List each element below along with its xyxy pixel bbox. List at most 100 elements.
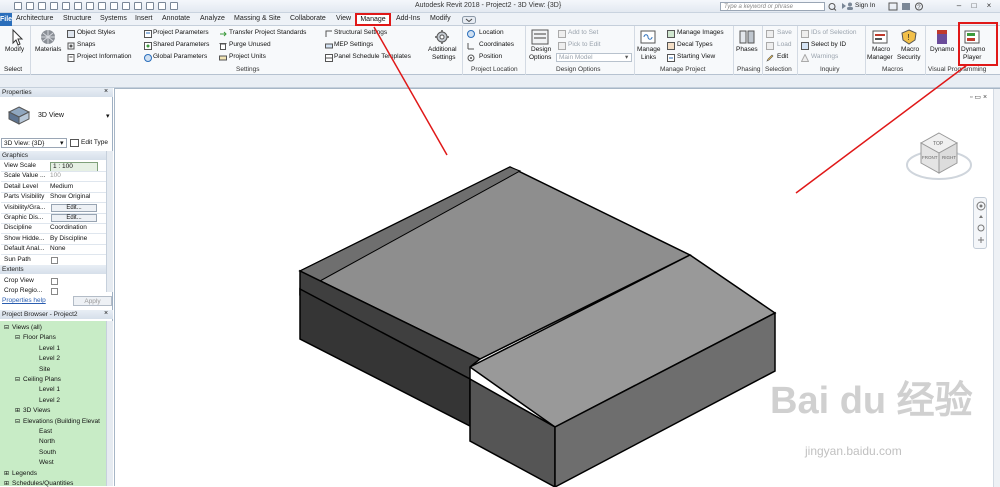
browser-tree-item[interactable]: Views (all) bbox=[12, 324, 42, 331]
dimension-icon[interactable] bbox=[86, 2, 94, 10]
browser-tree-item[interactable]: North bbox=[39, 438, 55, 445]
property-edit-button[interactable]: Edit... bbox=[51, 214, 97, 222]
browser-tree-item[interactable]: Ceiling Plans bbox=[23, 376, 61, 383]
minimize-button[interactable]: – bbox=[952, 1, 966, 11]
browser-tree-item[interactable]: Floor Plans bbox=[23, 334, 56, 341]
browser-tree-item[interactable]: Level 2 bbox=[39, 355, 60, 362]
navigation-bar[interactable] bbox=[973, 197, 987, 249]
browser-tree-item[interactable]: South bbox=[39, 449, 56, 456]
undo-icon[interactable] bbox=[38, 2, 46, 10]
switch-windows-icon[interactable] bbox=[170, 2, 178, 10]
macro-security-button[interactable]: Macro bbox=[901, 46, 919, 53]
3d-viewport[interactable]: TOP FRONT RIGHT ▫ ▭ × Bai du 经验 jingyan.… bbox=[114, 26, 1000, 487]
tab-manage[interactable]: Manage bbox=[355, 13, 391, 26]
project-units-button[interactable]: Project Units bbox=[229, 53, 266, 60]
navigation-wheel-icon[interactable] bbox=[974, 198, 988, 250]
coordinates-button[interactable]: Coordinates bbox=[479, 41, 514, 48]
text-icon[interactable] bbox=[110, 2, 118, 10]
object-styles-button[interactable]: Object Styles bbox=[77, 29, 115, 36]
open-icon[interactable] bbox=[14, 2, 22, 10]
pick-to-edit-button[interactable]: Pick to Edit bbox=[568, 41, 601, 48]
crop-view-checkbox[interactable] bbox=[51, 278, 58, 285]
add-to-set-button[interactable]: Add to Set bbox=[568, 29, 598, 36]
save-selection-button[interactable]: Save bbox=[777, 29, 792, 36]
browser-tree-item[interactable]: Elevations (Building Elevat bbox=[23, 418, 100, 425]
type-dropdown-icon[interactable]: ▾ bbox=[106, 112, 110, 120]
tree-expander-icon[interactable]: ⊟ bbox=[15, 376, 20, 383]
select-by-id-button[interactable]: Select by ID bbox=[811, 41, 846, 48]
tab-insert[interactable]: Insert bbox=[135, 15, 153, 22]
tab-file[interactable]: File bbox=[0, 13, 12, 26]
maximize-button[interactable]: □ bbox=[967, 1, 981, 11]
purge-unused-button[interactable]: Purge Unused bbox=[229, 41, 271, 48]
project-information-button[interactable]: Project Information bbox=[77, 53, 132, 60]
save-icon[interactable] bbox=[26, 2, 34, 10]
search-input[interactable]: Type a keyword or phrase bbox=[720, 2, 825, 11]
browser-tree-item[interactable]: Level 1 bbox=[39, 345, 60, 352]
3d-model-canvas[interactable] bbox=[115, 89, 1000, 487]
property-edit-button[interactable]: Edit... bbox=[51, 203, 97, 212]
property-checkbox[interactable] bbox=[51, 256, 58, 264]
browser-tree-item[interactable]: Level 1 bbox=[39, 386, 60, 393]
macro-manager-button[interactable]: Macro bbox=[872, 46, 890, 53]
view-selector[interactable]: 3D View: {3D} ▾ bbox=[1, 138, 67, 148]
snaps-button[interactable]: Snaps bbox=[77, 41, 95, 48]
tab-view[interactable]: View bbox=[336, 15, 351, 22]
edit-type-button[interactable]: Edit Type bbox=[81, 139, 108, 146]
project-parameters-button[interactable]: Project Parameters bbox=[153, 29, 209, 36]
dynamo-button[interactable]: Dynamo bbox=[930, 46, 954, 53]
tree-expander-icon[interactable]: ⊞ bbox=[4, 470, 9, 477]
properties-help-link[interactable]: Properties help bbox=[2, 297, 46, 304]
tree-expander-icon[interactable]: ⊟ bbox=[15, 334, 20, 341]
browser-tree-item[interactable]: Legends bbox=[12, 470, 37, 477]
help-icons[interactable]: ? bbox=[888, 2, 936, 11]
crop-region-checkbox[interactable] bbox=[51, 288, 58, 295]
tab-collaborate[interactable]: Collaborate bbox=[290, 15, 326, 22]
design-options-button[interactable]: Design bbox=[531, 46, 551, 53]
browser-tree-item[interactable]: Level 2 bbox=[39, 397, 60, 404]
manage-images-button[interactable]: Manage Images bbox=[677, 29, 724, 36]
panel-toggle-icon[interactable] bbox=[462, 16, 476, 24]
browser-tree-item[interactable]: Site bbox=[39, 366, 50, 373]
browser-tree-item[interactable]: 3D Views bbox=[23, 407, 50, 414]
position-button[interactable]: Position bbox=[479, 53, 502, 60]
modify-button[interactable]: Modify bbox=[5, 46, 24, 53]
graphics-section[interactable]: Graphics bbox=[0, 151, 113, 160]
redo-icon[interactable] bbox=[50, 2, 58, 10]
browser-scrollbar[interactable] bbox=[106, 321, 113, 486]
viewcube[interactable]: TOP FRONT RIGHT bbox=[905, 125, 975, 187]
structural-settings-button[interactable]: Structural Settings bbox=[334, 29, 387, 36]
additional-settings-button[interactable]: Additional bbox=[428, 46, 457, 53]
close-icon[interactable]: × bbox=[104, 310, 108, 317]
tab-structure[interactable]: Structure bbox=[63, 15, 91, 22]
manage-links-button[interactable]: Manage bbox=[637, 46, 661, 53]
mep-settings-button[interactable]: MEP Settings bbox=[334, 41, 373, 48]
tab-systems[interactable]: Systems bbox=[100, 15, 127, 22]
ids-of-selection-button[interactable]: IDs of Selection bbox=[811, 29, 857, 36]
transfer-project-standards-button[interactable]: Transfer Project Standards bbox=[229, 29, 306, 36]
3d-view-icon[interactable] bbox=[122, 2, 130, 10]
tree-expander-icon[interactable]: ⊟ bbox=[4, 324, 9, 331]
materials-button[interactable]: Materials bbox=[35, 46, 61, 53]
panel-schedule-templates-button[interactable]: Panel Schedule Templates bbox=[334, 53, 411, 60]
warnings-button[interactable]: Warnings bbox=[811, 53, 838, 60]
load-selection-button[interactable]: Load bbox=[777, 41, 791, 48]
decal-types-button[interactable]: Decal Types bbox=[677, 41, 713, 48]
tab-architecture[interactable]: Architecture bbox=[16, 15, 53, 22]
apply-button[interactable]: Apply bbox=[73, 296, 112, 306]
measure-icon[interactable] bbox=[74, 2, 82, 10]
tree-expander-icon[interactable]: ⊞ bbox=[15, 407, 20, 414]
edit-selection-button[interactable]: Edit bbox=[777, 53, 788, 60]
tab-modify[interactable]: Modify bbox=[430, 15, 451, 22]
thin-lines-icon[interactable] bbox=[146, 2, 154, 10]
print-icon[interactable] bbox=[62, 2, 70, 10]
tab-analyze[interactable]: Analyze bbox=[200, 15, 225, 22]
select-dropdown[interactable]: Select bbox=[4, 66, 22, 73]
tree-expander-icon[interactable]: ⊟ bbox=[15, 418, 20, 425]
phases-button[interactable]: Phases bbox=[736, 46, 758, 53]
sign-in-link[interactable]: Sign In bbox=[855, 2, 875, 9]
properties-scrollbar[interactable] bbox=[106, 151, 113, 292]
global-parameters-button[interactable]: Global Parameters bbox=[153, 53, 207, 60]
starting-view-button[interactable]: Starting View bbox=[677, 53, 715, 60]
tab-add-ins[interactable]: Add-Ins bbox=[396, 15, 420, 22]
